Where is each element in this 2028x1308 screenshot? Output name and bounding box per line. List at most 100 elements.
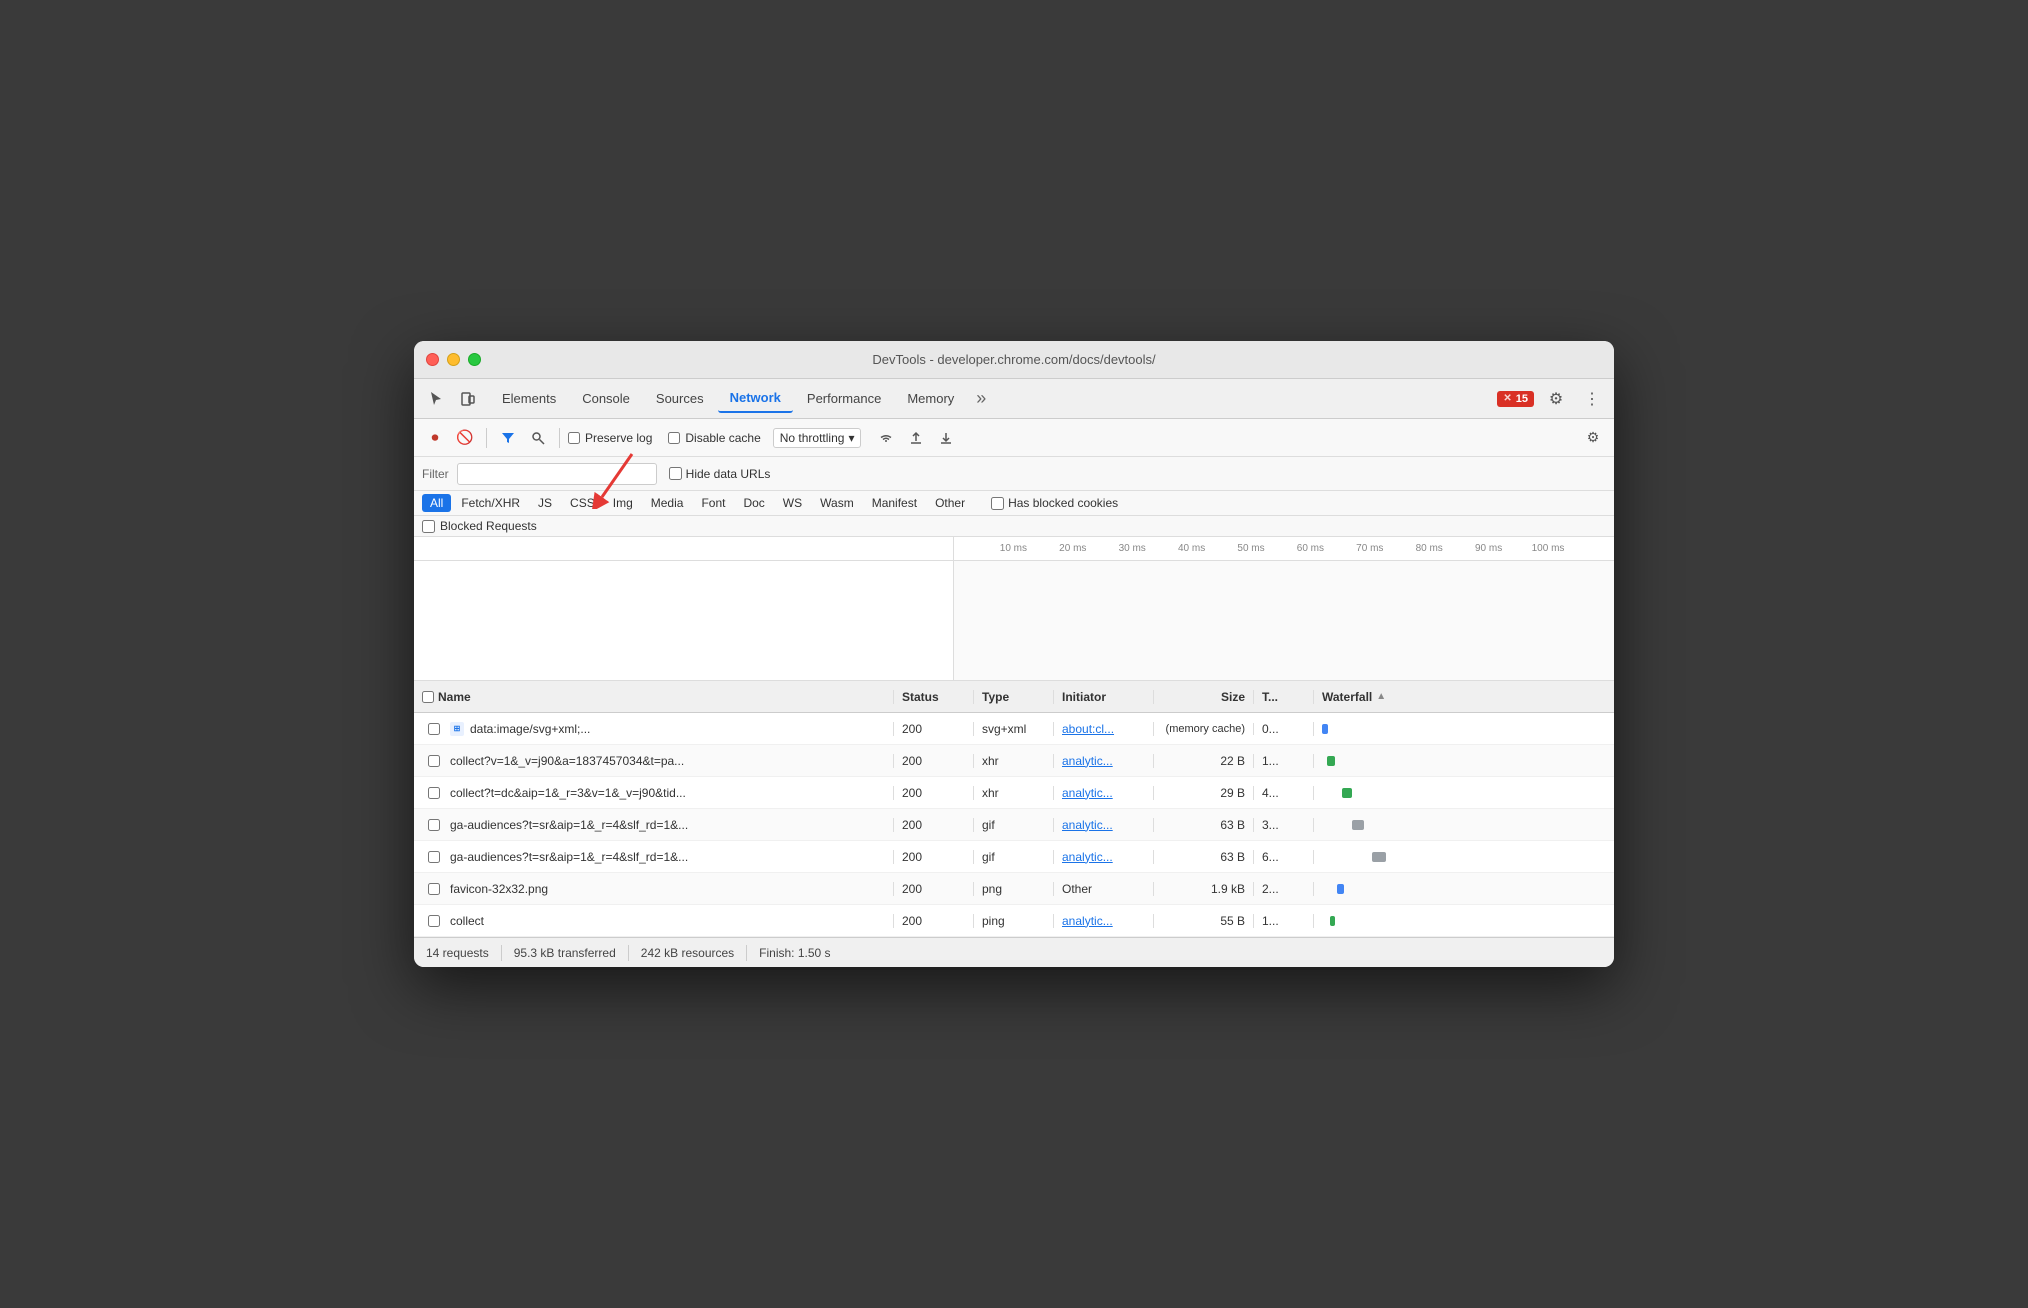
table-row[interactable]: collect?v=1&_v=j90&a=1837457034&t=pa... …: [414, 745, 1614, 777]
filter-icon[interactable]: [495, 425, 521, 451]
more-tabs-icon[interactable]: »: [970, 384, 992, 413]
close-button[interactable]: [426, 353, 439, 366]
table-row[interactable]: collect?t=dc&aip=1&_r=3&v=1&_v=j90&tid..…: [414, 777, 1614, 809]
row-checkbox[interactable]: [428, 915, 440, 927]
waterfall-bar: [1322, 724, 1328, 734]
maximize-button[interactable]: [468, 353, 481, 366]
settings-gear-icon[interactable]: ⚙: [1580, 425, 1606, 451]
tab-performance[interactable]: Performance: [795, 385, 893, 412]
blocked-requests-label[interactable]: Blocked Requests: [422, 519, 537, 533]
type-btn-other[interactable]: Other: [927, 494, 973, 512]
type-btn-fetch-xhr[interactable]: Fetch/XHR: [453, 494, 528, 512]
has-blocked-cookies-checkbox[interactable]: [991, 497, 1004, 510]
timeline-body-left: [414, 561, 954, 680]
table-row[interactable]: ga-audiences?t=sr&aip=1&_r=4&slf_rd=1&..…: [414, 809, 1614, 841]
sort-arrow-icon: ▲: [1376, 691, 1386, 702]
disable-cache-checkbox[interactable]: [668, 432, 680, 444]
type-btn-manifest[interactable]: Manifest: [864, 494, 925, 512]
row-size: 63 B: [1154, 850, 1254, 864]
filter-input[interactable]: [457, 463, 657, 485]
status-sep-3: [746, 945, 747, 961]
timeline-mark-90ms: 90 ms: [1475, 543, 1502, 554]
row-name-cell: collect?t=dc&aip=1&_r=3&v=1&_v=j90&tid..…: [414, 786, 894, 800]
row-type: svg+xml: [974, 722, 1054, 736]
row-size: 29 B: [1154, 786, 1254, 800]
row-size: 63 B: [1154, 818, 1254, 832]
row-checkbox[interactable]: [428, 755, 440, 767]
settings-icon[interactable]: ⚙: [1542, 385, 1570, 413]
row-waterfall: [1314, 916, 1614, 926]
row-checkbox[interactable]: [428, 819, 440, 831]
type-btn-js[interactable]: JS: [530, 494, 560, 512]
timeline-mark-70ms: 70 ms: [1356, 543, 1383, 554]
row-initiator: analytic...: [1054, 786, 1154, 800]
tab-network[interactable]: Network: [718, 384, 793, 413]
timeline-mark-10ms: 10 ms: [1000, 543, 1027, 554]
minimize-button[interactable]: [447, 353, 460, 366]
type-btn-font[interactable]: Font: [693, 494, 733, 512]
throttle-select[interactable]: No throttling ▾: [773, 428, 862, 448]
table-row[interactable]: ga-audiences?t=sr&aip=1&_r=4&slf_rd=1&..…: [414, 841, 1614, 873]
svg-file-icon: ⊞: [450, 722, 464, 736]
col-header-size: Size: [1154, 690, 1254, 704]
select-all-checkbox[interactable]: [422, 691, 434, 703]
type-btn-wasm[interactable]: Wasm: [812, 494, 862, 512]
tab-elements[interactable]: Elements: [490, 385, 568, 412]
record-button[interactable]: ⏺: [422, 425, 448, 451]
device-icon[interactable]: [454, 385, 482, 413]
timeline-mark-40ms: 40 ms: [1178, 543, 1205, 554]
preserve-log-label[interactable]: Preserve log: [568, 431, 652, 445]
clear-button[interactable]: 🚫: [452, 425, 478, 451]
wifi-icon[interactable]: [873, 425, 899, 451]
table-scroll-area[interactable]: ⊞ data:image/svg+xml;... 200 svg+xml abo…: [414, 713, 1614, 937]
tab-sources[interactable]: Sources: [644, 385, 716, 412]
row-time: 1...: [1254, 754, 1314, 768]
filter-label: Filter: [422, 467, 449, 481]
col-header-waterfall: Waterfall ▲: [1314, 690, 1614, 704]
timeline-mark-80ms: 80 ms: [1416, 543, 1443, 554]
cursor-icon[interactable]: [422, 385, 450, 413]
type-btn-all[interactable]: All: [422, 494, 451, 512]
network-toolbar: ⏺ 🚫 Preserve log Disable cache No thrott…: [414, 419, 1614, 457]
row-name-cell: ga-audiences?t=sr&aip=1&_r=4&slf_rd=1&..…: [414, 850, 894, 864]
tab-console[interactable]: Console: [570, 385, 642, 412]
row-status: 200: [894, 850, 974, 864]
search-icon[interactable]: [525, 425, 551, 451]
row-name-text: data:image/svg+xml;...: [470, 722, 590, 736]
waterfall-bar: [1337, 884, 1344, 894]
row-status: 200: [894, 882, 974, 896]
toolbar-right: ⚙: [1580, 425, 1606, 451]
row-checkbox[interactable]: [428, 787, 440, 799]
hide-data-urls-label[interactable]: Hide data URLs: [669, 467, 771, 481]
type-btn-img[interactable]: Img: [605, 494, 641, 512]
row-checkbox[interactable]: [428, 883, 440, 895]
row-checkbox[interactable]: [428, 851, 440, 863]
table-row[interactable]: collect 200 ping analytic... 55 B 1...: [414, 905, 1614, 937]
titlebar: DevTools - developer.chrome.com/docs/dev…: [414, 341, 1614, 379]
row-size: 1.9 kB: [1154, 882, 1254, 896]
preserve-log-checkbox[interactable]: [568, 432, 580, 444]
row-status: 200: [894, 914, 974, 928]
table-row[interactable]: favicon-32x32.png 200 png Other 1.9 kB 2…: [414, 873, 1614, 905]
type-btn-doc[interactable]: Doc: [735, 494, 772, 512]
row-checkbox[interactable]: [428, 723, 440, 735]
type-btn-ws[interactable]: WS: [775, 494, 810, 512]
col-header-type: Type: [974, 690, 1054, 704]
nav-right: ✕ 15 ⚙ ⋮: [1497, 385, 1606, 413]
table-row[interactable]: ⊞ data:image/svg+xml;... 200 svg+xml abo…: [414, 713, 1614, 745]
has-blocked-cookies-label[interactable]: Has blocked cookies: [991, 496, 1118, 510]
download-icon[interactable]: [933, 425, 959, 451]
error-x-icon: ✕: [1503, 393, 1511, 404]
type-btn-css[interactable]: CSS: [562, 494, 603, 512]
error-badge[interactable]: ✕ 15: [1497, 391, 1534, 407]
blocked-requests-checkbox[interactable]: [422, 520, 435, 533]
disable-cache-label[interactable]: Disable cache: [668, 431, 760, 445]
upload-icon[interactable]: [903, 425, 929, 451]
tab-memory[interactable]: Memory: [895, 385, 966, 412]
timeline-body-right: [954, 561, 1614, 680]
toolbar-divider-1: [486, 428, 487, 448]
type-btn-media[interactable]: Media: [643, 494, 692, 512]
more-options-icon[interactable]: ⋮: [1578, 385, 1606, 413]
hide-data-urls-checkbox[interactable]: [669, 467, 682, 480]
row-time: 3...: [1254, 818, 1314, 832]
